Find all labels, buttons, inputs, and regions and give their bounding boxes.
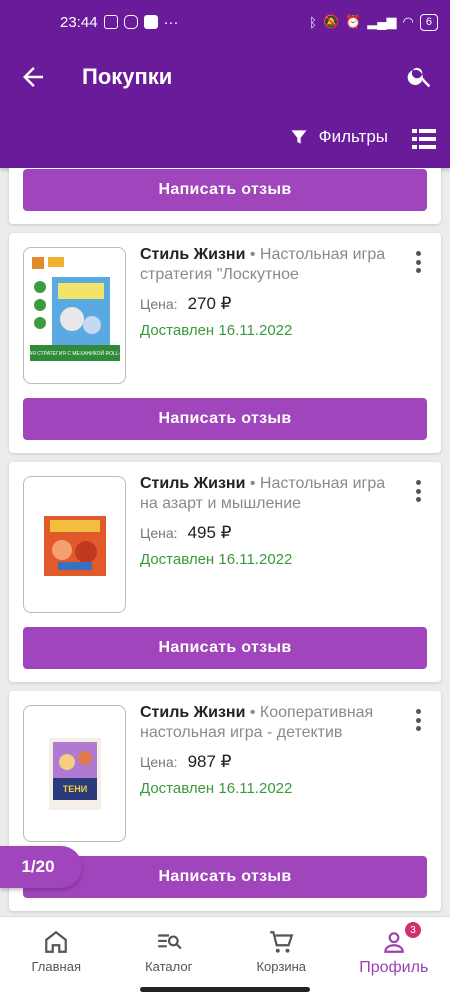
status-time: 23:44 — [60, 13, 98, 31]
notification-icon — [103, 15, 118, 29]
orders-list[interactable]: Написать отзыв КОМПАКТНАЯ СТРАТЕГИЯ С МЕ… — [0, 168, 450, 916]
product-name: Стиль Жизни • Настольная игра стратегия … — [140, 245, 390, 285]
order-info[interactable]: Стиль Жизни • Настольная игра на азарт и… — [140, 474, 390, 568]
price-label: Цена: — [140, 754, 178, 770]
nav-item-home[interactable]: Главная — [0, 917, 113, 1000]
back-arrow-icon[interactable] — [18, 62, 48, 92]
cart-icon — [270, 931, 294, 953]
more-notifications-icon: ··· — [163, 13, 179, 31]
product-image-text: КОМПАКТНАЯ СТРАТЕГИЯ С МЕХАНИКОЙ ROLL-AN… — [30, 349, 120, 357]
mute-icon: 🔕 — [322, 14, 340, 29]
price-row: Цена: 495 ₽ — [140, 523, 390, 543]
product-image[interactable]: ТЕНИ — [23, 705, 126, 842]
order-card: Стиль Жизни • Настольная игра на азарт и… — [9, 462, 441, 682]
instagram-icon — [123, 15, 138, 29]
product-brand: Стиль Жизни — [140, 475, 246, 492]
search-icon[interactable] — [406, 62, 434, 90]
profile-badge: 3 — [405, 922, 421, 938]
price-row: Цена: 987 ₽ — [140, 752, 390, 772]
order-card: Написать отзыв — [9, 168, 441, 224]
delivery-status: Доставлен 16.11.2022 — [140, 322, 293, 339]
order-info[interactable]: Стиль Жизни • Настольная игра стратегия … — [140, 245, 390, 339]
product-brand: Стиль Жизни — [140, 246, 246, 263]
alarm-icon: ⏰ — [345, 14, 362, 29]
filters-label: Фильтры — [318, 127, 388, 146]
price-row: Цена: 270 ₽ — [140, 294, 390, 314]
write-review-button[interactable]: Написать отзыв — [23, 627, 427, 669]
nav-label: Профиль — [359, 959, 429, 976]
catalog-search-icon — [157, 934, 182, 950]
home-icon — [45, 930, 68, 953]
more-options-icon[interactable] — [415, 709, 421, 731]
nav-label: Корзина — [256, 959, 307, 974]
bluetooth-icon: ᛒ — [309, 14, 317, 30]
write-review-button[interactable]: Написать отзыв — [23, 856, 427, 898]
nav-item-profile[interactable]: 3 Профиль — [338, 917, 450, 1000]
app-notification-icon — [143, 15, 158, 29]
product-image-text: ТЕНИ — [62, 784, 86, 794]
more-options-icon[interactable] — [415, 480, 421, 502]
wifi-icon: ◠ — [402, 14, 414, 29]
product-image[interactable]: КОМПАКТНАЯ СТРАТЕГИЯ С МЕХАНИКОЙ ROLL-AN… — [23, 247, 126, 384]
filter-icon — [291, 130, 307, 144]
price-value: 270 ₽ — [187, 294, 232, 313]
price-label: Цена: — [140, 296, 178, 312]
battery-indicator: 6 — [419, 13, 438, 31]
status-bar: 23:44 ··· ᛒ 🔕 ⏰ ▂▄▆ ◠ 6 — [0, 0, 450, 44]
more-options-icon[interactable] — [415, 251, 421, 273]
nav-label: Главная — [31, 959, 81, 974]
delivery-status: Доставлен 16.11.2022 — [140, 551, 293, 568]
delivery-status: Доставлен 16.11.2022 — [140, 780, 293, 797]
product-image[interactable] — [23, 476, 126, 613]
price-value: 495 ₽ — [187, 523, 232, 542]
bottom-navigation: Главная Каталог Корзина 3 Профиль — [0, 916, 450, 1000]
write-review-button[interactable]: Написать отзыв — [23, 398, 427, 440]
product-name: Стиль Жизни • Кооперативная настольная и… — [140, 703, 390, 743]
order-card: КОМПАКТНАЯ СТРАТЕГИЯ С МЕХАНИКОЙ ROLL-AN… — [9, 233, 441, 453]
home-indicator[interactable] — [140, 987, 310, 992]
product-brand: Стиль Жизни — [140, 704, 246, 721]
page-indicator: 1/20 — [0, 846, 82, 888]
price-value: 987 ₽ — [187, 752, 232, 771]
write-review-button[interactable]: Написать отзыв — [23, 169, 427, 211]
page-title: Покупки — [82, 64, 173, 89]
app-bar: Покупки Фильтры — [0, 44, 450, 168]
list-view-icon[interactable] — [412, 128, 436, 150]
profile-icon — [383, 932, 404, 953]
product-name: Стиль Жизни • Настольная игра на азарт и… — [140, 474, 390, 514]
filters-button[interactable]: Фильтры — [289, 126, 388, 148]
order-info[interactable]: Стиль Жизни • Кооперативная настольная и… — [140, 703, 390, 797]
signal-icon: ▂▄▆ — [367, 14, 397, 29]
nav-label: Каталог — [145, 959, 193, 974]
price-label: Цена: — [140, 525, 178, 541]
